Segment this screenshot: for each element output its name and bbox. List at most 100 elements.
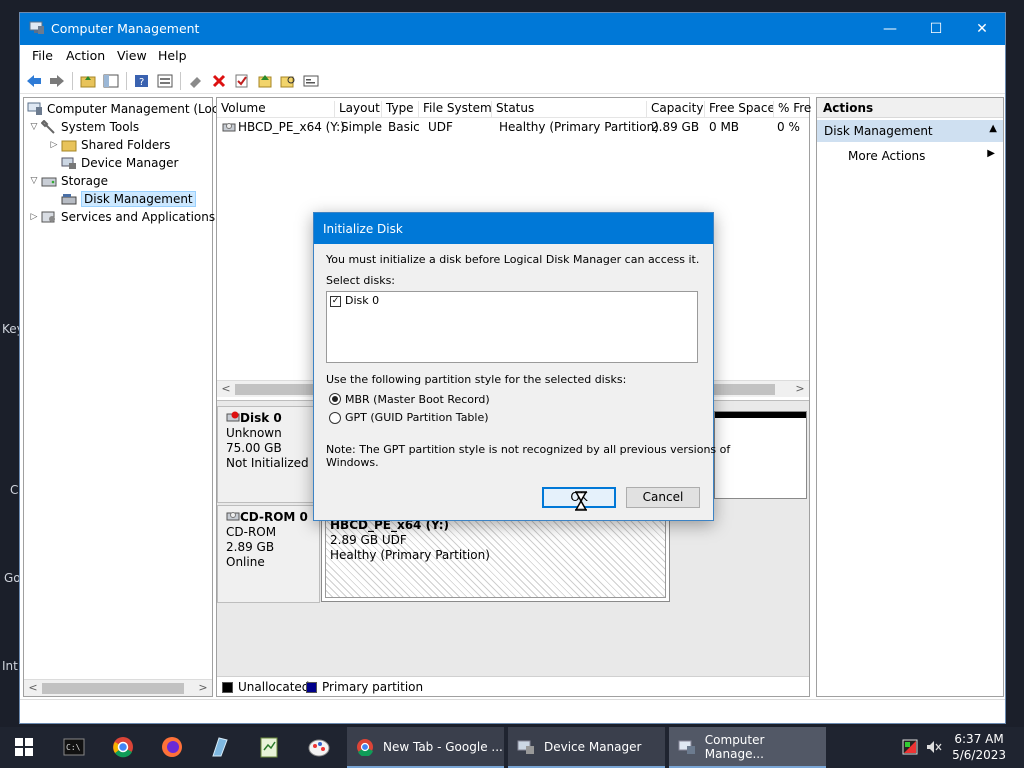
forward-icon[interactable] xyxy=(48,72,66,90)
more-actions-label: More Actions xyxy=(848,149,926,163)
actions-header: Actions xyxy=(817,98,1003,118)
cell-capacity: 2.89 GB xyxy=(651,120,700,134)
taskbar-button-chrome[interactable]: New Tab - Google ... xyxy=(347,727,504,768)
dialog-title[interactable]: Initialize Disk xyxy=(314,213,713,244)
desktop-icon-label[interactable]: Int xyxy=(2,659,18,673)
notes-icon[interactable] xyxy=(208,735,232,759)
up-folder-icon[interactable] xyxy=(79,72,97,90)
menu-view[interactable]: View xyxy=(117,48,147,63)
tree-item-system-tools[interactable]: ▽ System Tools xyxy=(27,118,139,136)
disk0-size: 75.00 GB xyxy=(226,441,282,455)
cell-type: Basic xyxy=(388,120,420,134)
terminal-icon[interactable]: C:\ xyxy=(62,735,86,759)
disk0-list-item[interactable]: Disk 0 xyxy=(345,294,379,307)
desktop-icon-label[interactable]: C xyxy=(10,483,18,497)
export-icon[interactable] xyxy=(256,72,274,90)
tree-item-services[interactable]: ▷ Services and Applications xyxy=(27,208,216,226)
column-header-volume[interactable]: Volume xyxy=(217,101,335,118)
back-icon[interactable] xyxy=(25,72,43,90)
tree-item-root[interactable]: Computer Management (Local xyxy=(27,100,229,118)
search-folder-icon[interactable] xyxy=(279,72,297,90)
collapse-icon[interactable]: ▽ xyxy=(27,176,41,186)
cell-free-space: 0 MB xyxy=(709,120,740,134)
cdrom0-label[interactable]: CD-ROM 0 CD-ROM 2.89 GB Online xyxy=(217,505,320,603)
command-icon[interactable] xyxy=(302,72,320,90)
tree-label: Device Manager xyxy=(81,156,179,170)
expand-icon[interactable]: ▷ xyxy=(47,140,61,150)
scroll-left-icon[interactable]: < xyxy=(25,681,41,694)
clock-time: 6:37 AM xyxy=(954,732,1004,746)
delete-icon[interactable] xyxy=(210,72,228,90)
disk0-name: Disk 0 xyxy=(240,411,282,425)
gpt-label[interactable]: GPT (GUID Partition Table) xyxy=(345,411,489,424)
mbr-radio[interactable] xyxy=(329,393,341,405)
column-header-type[interactable]: Type xyxy=(382,101,419,118)
menu-action[interactable]: Action xyxy=(66,48,105,63)
firefox-icon[interactable] xyxy=(160,735,184,759)
note-line-1: Note: The GPT partition style is not rec… xyxy=(326,443,731,456)
chrome-icon xyxy=(355,737,375,757)
partition-style-label: Use the following partition style for th… xyxy=(326,373,627,386)
expand-icon[interactable]: ▷ xyxy=(27,212,41,222)
paint-icon[interactable] xyxy=(307,735,331,759)
color-tray-icon[interactable] xyxy=(900,735,920,759)
menu-file[interactable]: File xyxy=(32,48,53,63)
tree-horizontal-scrollbar[interactable]: < > xyxy=(24,679,212,696)
show-hide-tree-icon[interactable] xyxy=(102,72,120,90)
shared-folders-icon xyxy=(61,140,77,152)
submenu-arrow-icon: ▶ xyxy=(987,148,995,159)
tree-item-disk-management[interactable]: Disk Management xyxy=(47,190,196,208)
taskbar-button-computer-management[interactable]: Computer Manage... xyxy=(669,727,826,768)
disk-list[interactable]: ✓ Disk 0 xyxy=(326,291,698,363)
help-icon[interactable]: ? xyxy=(133,72,151,90)
services-icon xyxy=(41,211,55,223)
collapse-up-icon[interactable]: ▲ xyxy=(989,123,997,134)
tree-item-device-manager[interactable]: Device Manager xyxy=(47,154,178,172)
toolbar-separator xyxy=(126,72,127,90)
partition-status: Healthy (Primary Partition) xyxy=(330,548,490,562)
tree-item-shared-folders[interactable]: ▷ Shared Folders xyxy=(47,136,171,154)
cdrom0-name: CD-ROM 0 xyxy=(240,510,308,524)
cell-file-system: UDF xyxy=(428,120,453,134)
column-header-file-system[interactable]: File System xyxy=(419,101,492,118)
column-header-status[interactable]: Status xyxy=(492,101,647,118)
connect-icon[interactable] xyxy=(187,72,205,90)
scroll-right-icon[interactable]: > xyxy=(792,382,808,395)
collapse-icon[interactable]: ▽ xyxy=(27,122,41,132)
scroll-right-icon[interactable]: > xyxy=(195,681,211,694)
taskbar-button-device-manager[interactable]: Device Manager xyxy=(508,727,665,768)
cdrom0-size: 2.89 GB xyxy=(226,540,275,554)
status-bar xyxy=(20,699,1005,723)
more-actions-item[interactable]: More Actions ▶ xyxy=(848,146,995,166)
column-header-layout[interactable]: Layout xyxy=(335,101,382,118)
system-clock[interactable]: 6:37 AM 5/6/2023 xyxy=(952,731,1006,763)
title-bar[interactable]: Computer Management — ☐ ✕ xyxy=(20,13,1005,45)
actions-section-disk-management[interactable]: Disk Management ▲ xyxy=(817,120,1003,142)
mbr-label[interactable]: MBR (Master Boot Record) xyxy=(345,393,490,406)
column-header-free-space[interactable]: Free Space xyxy=(705,101,774,118)
disk-error-icon xyxy=(226,411,240,422)
disk0-checkbox[interactable]: ✓ xyxy=(330,296,341,307)
notepad-icon[interactable] xyxy=(257,735,281,759)
disk0-label[interactable]: Disk 0 Unknown 75.00 GB Not Initialized xyxy=(217,406,320,503)
minimize-button[interactable]: — xyxy=(867,13,913,45)
svg-text:?: ? xyxy=(139,77,144,88)
scrollbar-thumb[interactable] xyxy=(42,683,184,694)
check-icon[interactable] xyxy=(233,72,251,90)
maximize-button[interactable]: ☐ xyxy=(913,13,959,45)
column-header-capacity[interactable]: Capacity xyxy=(647,101,705,118)
close-button[interactable]: ✕ xyxy=(959,13,1005,45)
partition-size: 2.89 GB UDF xyxy=(330,533,407,547)
gpt-radio[interactable] xyxy=(329,412,341,424)
menu-help[interactable]: Help xyxy=(158,48,187,63)
cancel-button[interactable]: Cancel xyxy=(626,487,700,508)
start-icon[interactable] xyxy=(12,735,36,759)
volume-muted-icon[interactable] xyxy=(924,735,944,759)
toolbar-separator xyxy=(180,72,181,90)
disk0-type: Unknown xyxy=(226,426,282,440)
chrome-icon[interactable] xyxy=(111,735,135,759)
scroll-left-icon[interactable]: < xyxy=(218,382,234,395)
column-header-percent-free[interactable]: % Free xyxy=(774,101,811,118)
properties-icon[interactable] xyxy=(156,72,174,90)
tree-item-storage[interactable]: ▽ Storage xyxy=(27,172,108,190)
